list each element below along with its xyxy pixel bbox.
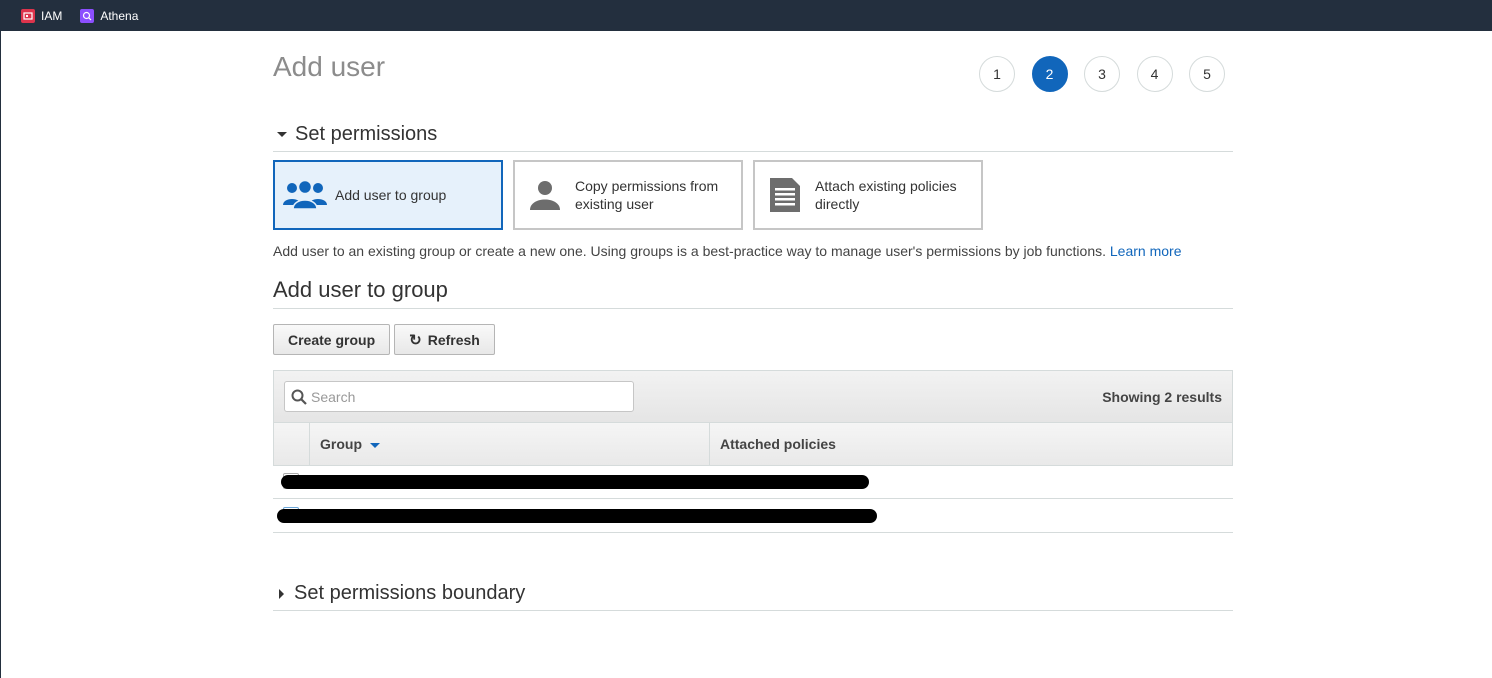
step-4[interactable]: 4 (1136, 56, 1173, 92)
search-box[interactable] (284, 381, 634, 412)
refresh-button[interactable]: ↻ Refresh (394, 324, 495, 355)
set-permissions-boundary-header[interactable]: Set permissions boundary (273, 582, 1233, 611)
permissions-description: Add user to an existing group or create … (273, 243, 1181, 259)
service-label: Athena (100, 8, 139, 23)
service-shortcut-iam[interactable]: IAM (21, 8, 63, 23)
service-bar: IAM Athena (1, 0, 1492, 31)
wizard-steps: 1 2 3 4 5 (979, 56, 1242, 92)
column-label: Attached policies (720, 436, 836, 452)
table-body (273, 465, 1233, 533)
service-label: IAM (41, 8, 63, 23)
description-text: Add user to an existing group or create … (273, 243, 1106, 259)
search-icon (291, 389, 307, 405)
redaction-bar (277, 509, 877, 523)
column-label: Group (320, 436, 362, 452)
page-title: Add user (273, 51, 386, 82)
option-add-user-to-group[interactable]: Add user to group (273, 160, 503, 230)
step-3[interactable]: 3 (1084, 56, 1120, 92)
section-title: Set permissions (295, 123, 438, 145)
table-header: Group Attached policies (274, 423, 1232, 465)
column-header-attached-policies[interactable]: Attached policies (710, 423, 1232, 465)
refresh-label: Refresh (427, 331, 480, 348)
sort-down-icon (370, 442, 380, 448)
option-label: Copy permissions from existing user (575, 178, 719, 212)
caret-right-icon (279, 588, 284, 599)
groups-table: Showing 2 results Group Attached policie… (273, 370, 1233, 466)
search-input[interactable] (311, 388, 611, 405)
iam-icon (21, 8, 35, 23)
athena-icon (80, 8, 95, 23)
option-attach-policies[interactable]: Attach existing policies directly (753, 160, 983, 230)
step-2[interactable]: 2 (1031, 56, 1068, 92)
sub-section-title: Add user to group (273, 277, 448, 302)
refresh-icon: ↻ (409, 331, 422, 349)
document-icon (755, 178, 815, 212)
learn-more-link[interactable]: Learn more (1110, 243, 1182, 259)
caret-down-icon (277, 132, 287, 137)
group-users-icon (275, 179, 335, 211)
table-row[interactable] (273, 499, 1233, 533)
permission-options: Add user to group Copy permissions from … (273, 160, 993, 230)
column-header-group[interactable]: Group (310, 423, 710, 465)
group-actions: Create group ↻ Refresh (273, 324, 499, 355)
step-1[interactable]: 1 (979, 56, 1015, 92)
step-5[interactable]: 5 (1189, 56, 1225, 92)
option-label: Attach existing policies directly (815, 178, 957, 212)
set-permissions-header[interactable]: Set permissions (273, 123, 1233, 152)
option-copy-permissions[interactable]: Copy permissions from existing user (513, 160, 743, 230)
service-shortcut-athena[interactable]: Athena (80, 8, 139, 23)
table-row[interactable] (273, 465, 1233, 499)
table-toolbar: Showing 2 results (274, 371, 1232, 423)
user-icon (515, 179, 575, 211)
create-group-button[interactable]: Create group (273, 324, 391, 355)
add-user-to-group-header: Add user to group (273, 277, 1233, 309)
option-label: Add user to group (335, 187, 447, 203)
redaction-bar (281, 475, 869, 489)
section-title: Set permissions boundary (294, 582, 526, 604)
results-count: Showing 2 results (1102, 388, 1222, 405)
select-all-column (274, 423, 310, 465)
